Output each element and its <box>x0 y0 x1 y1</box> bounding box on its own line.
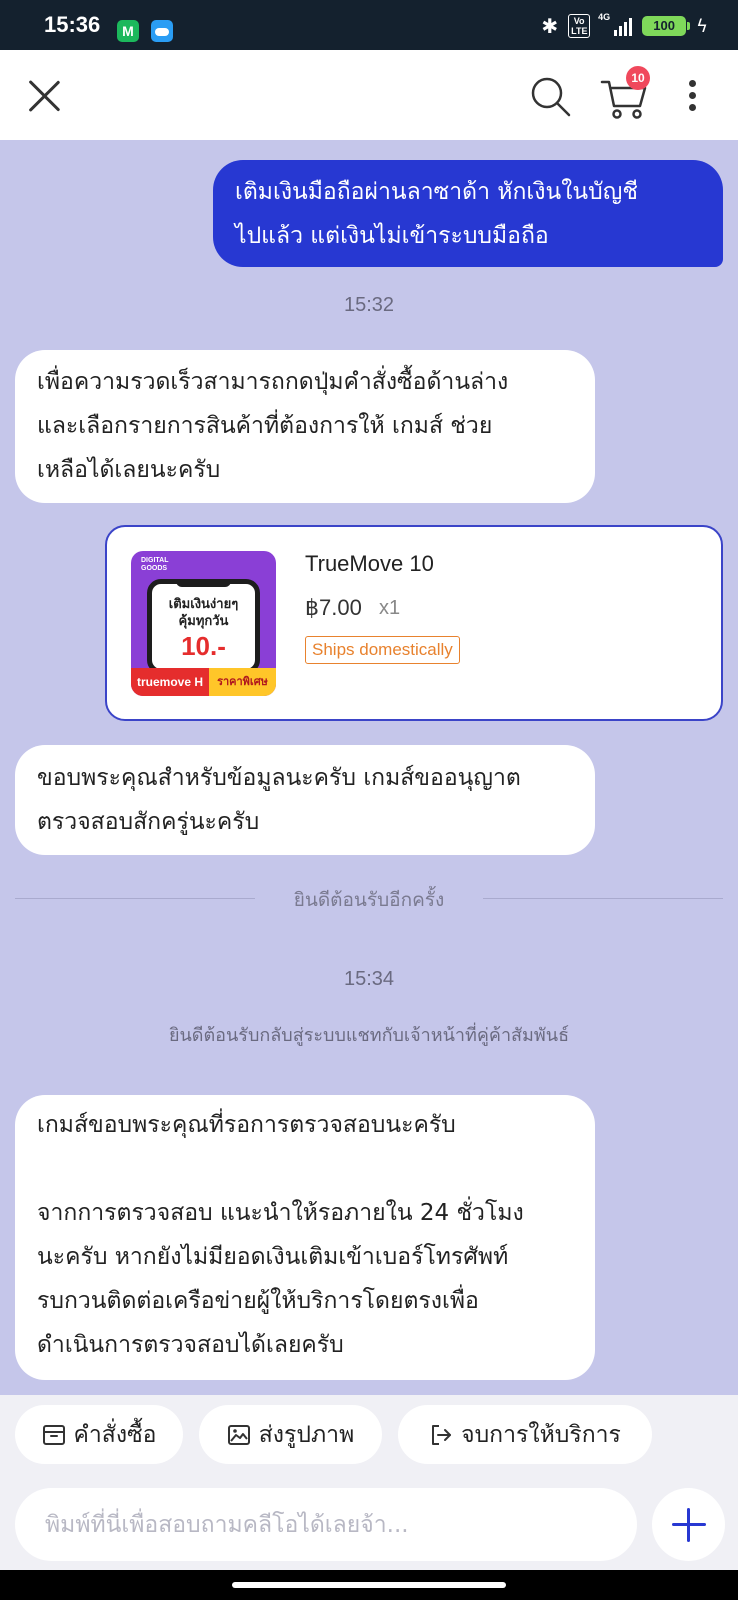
agent-message-bubble: ขอบพระคุณสำหรับข้อมูลนะครับ เกมส์ขออนุญา… <box>15 745 595 855</box>
order-box-icon <box>42 1424 65 1445</box>
chat-area[interactable]: เติมเงินมือถือผ่านลาซาด้า หักเงินในบัญชี… <box>0 140 738 1395</box>
send-photo-button[interactable]: ส่งรูปภาพ <box>199 1405 382 1464</box>
agent-message-bubble: เพื่อความรวดเร็วสามารถกดปุ่มคำสั่งซื้อด้… <box>15 350 595 503</box>
system-message: ยินดีต้อนรับกลับสู่ระบบแชทกับเจ้าหน้าที่… <box>168 1025 570 1046</box>
agent-message-bubble: เกมส์ขอบพระคุณที่รอการตรวจสอบนะครับ จากก… <box>15 1095 595 1380</box>
welcome-back-divider: ยินดีต้อนรับอีกครั้ง <box>15 885 723 911</box>
image-icon <box>227 1424 250 1445</box>
product-price: ฿7.00 <box>305 595 362 620</box>
exit-icon <box>432 1424 452 1445</box>
close-icon[interactable] <box>26 77 62 113</box>
status-icons: ✱ Vo LTE 4G 100 ϟ <box>541 12 708 38</box>
bluetooth-icon: ✱ <box>541 14 559 38</box>
message-timestamp: 15:34 <box>343 968 395 990</box>
product-name: TrueMove 10 <box>305 551 434 576</box>
top-bar: 10 <box>0 50 738 140</box>
digital-goods-badge: DIGITAL GOODS <box>141 557 169 572</box>
volte-icon: Vo LTE <box>568 14 591 38</box>
product-image: DIGITAL GOODS เติมเงินง่ายๆ คุ้มทุกวัน 1… <box>131 551 276 696</box>
divider-text: ยินดีต้อนรับอีกครั้ง <box>293 889 445 911</box>
home-indicator[interactable] <box>232 1582 506 1588</box>
more-vertical-icon[interactable] <box>686 78 700 114</box>
cloud-notification-icon <box>151 20 173 42</box>
composer-area: คำสั่งซื้อ ส่งรูปภาพ จบการให้บริการ <box>0 1395 738 1570</box>
product-card[interactable]: DIGITAL GOODS เติมเงินง่ายๆ คุ้มทุกวัน 1… <box>105 525 723 721</box>
status-time: 15:36 <box>44 12 101 37</box>
send-photo-label: ส่งรูปภาพ <box>258 1421 355 1448</box>
shipping-tag: Ships domestically <box>305 636 460 664</box>
order-button[interactable]: คำสั่งซื้อ <box>15 1405 183 1464</box>
promo-label: ราคาพิเศษ <box>209 668 276 696</box>
cart-icon[interactable]: 10 <box>600 66 650 120</box>
end-service-button[interactable]: จบการให้บริการ <box>398 1405 652 1464</box>
battery-icon: 100 <box>642 16 691 36</box>
message-timestamp: 15:32 <box>343 294 395 316</box>
status-bar: 15:36 M ✱ Vo LTE 4G 100 ϟ <box>0 0 738 50</box>
end-service-label: จบการให้บริการ <box>461 1421 621 1448</box>
signal-icon: 4G <box>598 12 633 36</box>
message-input[interactable] <box>15 1488 637 1561</box>
product-image-headline: เติมเงินง่ายๆ คุ้มทุกวัน <box>168 597 239 629</box>
truemove-logo: truemove H <box>131 668 209 696</box>
search-icon[interactable] <box>530 76 572 118</box>
system-nav-bar <box>0 1570 738 1600</box>
user-message-bubble: เติมเงินมือถือผ่านลาซาด้า หักเงินในบัญชี… <box>213 160 723 267</box>
order-button-label: คำสั่งซื้อ <box>73 1421 157 1448</box>
product-quantity: x1 <box>379 597 401 619</box>
app-notification-icon: M <box>117 20 139 42</box>
charging-icon: ϟ <box>696 15 708 37</box>
product-image-price: 10.- <box>181 631 226 661</box>
cart-count-badge: 10 <box>626 66 650 90</box>
network-type-label: 4G <box>598 12 611 22</box>
plus-icon[interactable] <box>652 1488 725 1561</box>
